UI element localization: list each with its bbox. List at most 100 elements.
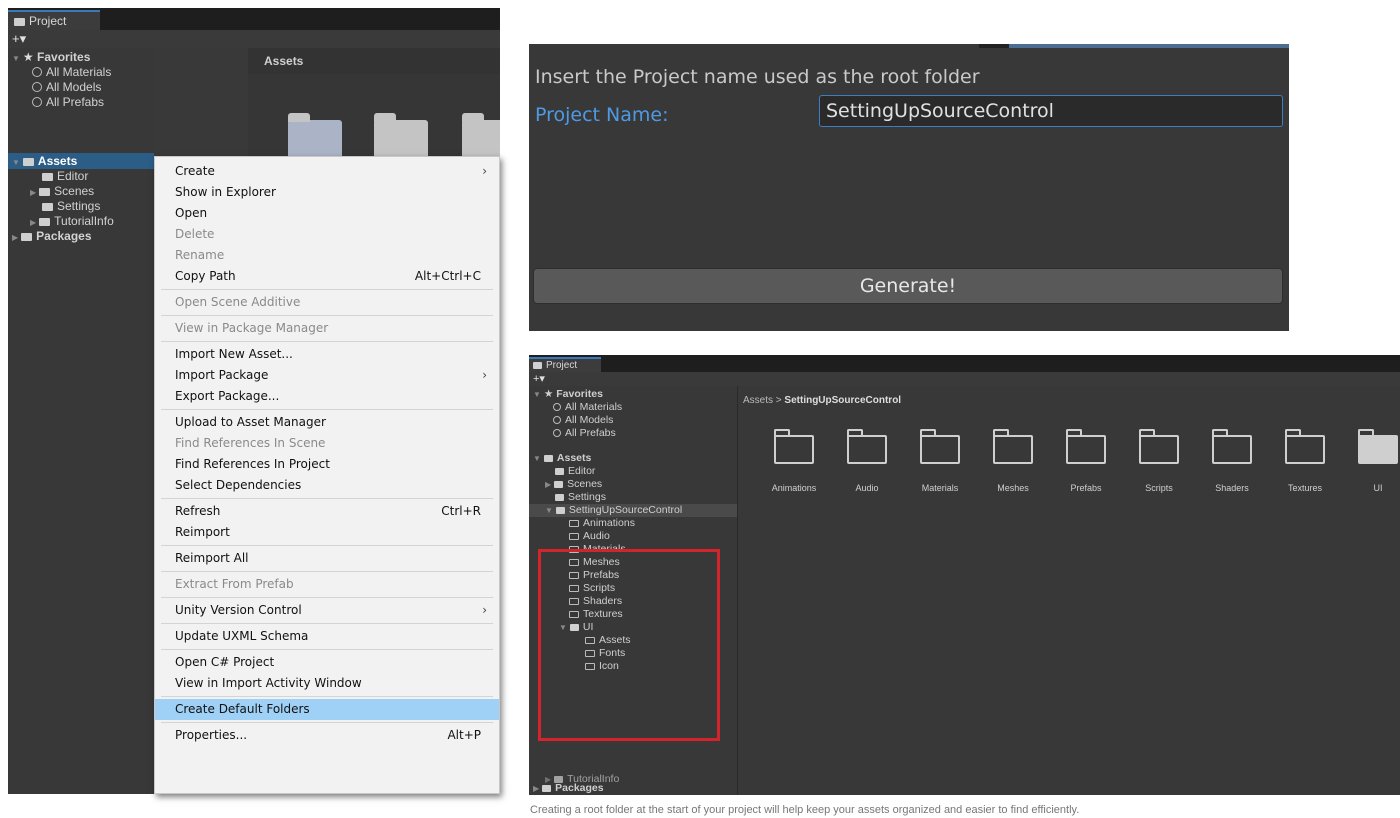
menu-item-label: Import Package [175, 368, 269, 382]
folder-icon[interactable] [1285, 429, 1325, 464]
tree-label: Audio [583, 530, 610, 542]
tree-label: Scenes [54, 184, 95, 198]
menu-separator [161, 315, 493, 316]
tree-label: Favorites [37, 50, 91, 64]
generate-button[interactable]: Generate! [533, 268, 1283, 304]
menu-item-reimport[interactable]: Reimport [155, 522, 499, 543]
expand-arrow-icon[interactable]: ▶ [12, 233, 18, 242]
folder-icon[interactable] [993, 429, 1033, 464]
tree-item-all-models[interactable]: All Models [32, 80, 101, 95]
tree-item-tutorialinfo[interactable]: ▶ TutorialInfo [30, 214, 114, 230]
menu-item-extract-from-prefab[interactable]: Extract From Prefab [155, 574, 499, 595]
tree-item-audio[interactable]: Audio [569, 530, 610, 543]
menu-item-label: Import New Asset... [175, 347, 293, 361]
tree-label: Editor [568, 465, 596, 477]
tree-item-editor[interactable]: Editor [555, 465, 595, 478]
menu-item-delete[interactable]: Delete [155, 224, 499, 245]
expand-arrow-icon[interactable]: ▶ [30, 218, 36, 227]
tree-item-animations[interactable]: Animations [569, 517, 635, 530]
project-name-input[interactable] [819, 95, 1283, 127]
tree-item-packages[interactable]: ▶ Packages [533, 782, 604, 795]
highlight-box [538, 549, 720, 741]
menu-item-update-uxml-schema[interactable]: Update UXML Schema [155, 626, 499, 647]
tree-item-favorites[interactable]: ▼ ★ Favorites [533, 388, 603, 401]
menu-item-import-new-asset[interactable]: Import New Asset... [155, 344, 499, 365]
folder-icon[interactable] [774, 429, 814, 464]
folder-icon[interactable] [920, 429, 960, 464]
menu-item-create-default-folders[interactable]: Create Default Folders [155, 699, 499, 720]
menu-item-rename[interactable]: Rename [155, 245, 499, 266]
menu-item-find-references-in-scene[interactable]: Find References In Scene [155, 433, 499, 454]
folder-icon[interactable] [1139, 429, 1179, 464]
folder-icon [21, 233, 33, 241]
menu-item-upload-to-asset-manager[interactable]: Upload to Asset Manager [155, 412, 499, 433]
tree-label: Assets [37, 154, 78, 168]
menu-item-open[interactable]: Open [155, 203, 499, 224]
menu-item-reimport-all[interactable]: Reimport All [155, 548, 499, 569]
tree-label: Assets [556, 452, 592, 464]
folder-icon[interactable] [1358, 429, 1398, 464]
menu-item-find-references-in-project[interactable]: Find References In Project [155, 454, 499, 475]
expand-arrow-icon[interactable]: ▼ [533, 454, 541, 463]
menu-item-create[interactable]: Create › [155, 161, 499, 182]
menu-item-select-dependencies[interactable]: Select Dependencies [155, 475, 499, 496]
expand-arrow-icon[interactable]: ▶ [533, 784, 539, 793]
tree-item-favorites[interactable]: ▼ ★ Favorites [12, 50, 90, 65]
menu-item-unity-version-control[interactable]: Unity Version Control › [155, 600, 499, 621]
folder-outline-icon [569, 520, 579, 527]
menu-item-export-package[interactable]: Export Package... [155, 386, 499, 407]
menu-item-open-c#-project[interactable]: Open C# Project [155, 652, 499, 673]
tree-label: All Prefabs [565, 427, 616, 439]
tab-project[interactable]: Project [529, 357, 601, 372]
tree-label: Packages [36, 229, 92, 243]
tree-label: Scenes [567, 478, 603, 490]
tree-item-settings[interactable]: Settings [555, 491, 606, 504]
tree-item-all-models[interactable]: All Models [553, 414, 613, 427]
expand-arrow-icon[interactable]: ▶ [30, 188, 36, 197]
expand-arrow-icon[interactable]: ▼ [545, 506, 553, 515]
create-dropdown-button[interactable]: +▾ [8, 30, 500, 48]
menu-item-label: View in Package Manager [175, 321, 329, 335]
tree-item-all-materials[interactable]: All Materials [553, 401, 622, 414]
folder-open-icon [22, 158, 34, 166]
menu-item-shortcut: Ctrl+R [441, 504, 481, 518]
tree-item-settingupsourcecontrol[interactable]: ▼ SettingUpSourceControl [529, 504, 737, 517]
tree-item-settings[interactable]: Settings [42, 199, 100, 214]
tree-label: All Prefabs [46, 95, 105, 109]
tree-item-all-prefabs[interactable]: All Prefabs [32, 95, 104, 110]
search-icon [32, 97, 42, 107]
menu-item-label: Create [175, 164, 215, 178]
breadcrumb-current[interactable]: SettingUpSourceControl [784, 395, 901, 406]
folder-icon[interactable] [1212, 429, 1252, 464]
tree-item-all-materials[interactable]: All Materials [32, 65, 111, 80]
menu-item-show-in-explorer[interactable]: Show in Explorer [155, 182, 499, 203]
menu-item-refresh[interactable]: Refresh Ctrl+R [155, 501, 499, 522]
menu-item-view-in-import-activity-window[interactable]: View in Import Activity Window [155, 673, 499, 694]
create-dropdown-button[interactable]: +▾ [529, 372, 1400, 386]
expand-arrow-icon[interactable]: ▶ [545, 480, 551, 489]
breadcrumb-root[interactable]: Assets [743, 395, 773, 406]
expand-arrow-icon[interactable]: ▼ [12, 158, 20, 167]
folder-icon[interactable] [847, 429, 887, 464]
folder-icon[interactable] [1066, 429, 1106, 464]
expand-arrow-icon[interactable]: ▼ [533, 390, 541, 399]
tree-item-packages[interactable]: ▶ Packages [12, 229, 92, 245]
search-icon [553, 403, 561, 411]
expand-arrow-icon[interactable]: ▼ [12, 54, 20, 63]
menu-item-copy-path[interactable]: Copy Path Alt+Ctrl+C [155, 266, 499, 287]
folder-open-icon [543, 455, 553, 462]
tab-project[interactable]: Project [8, 10, 100, 30]
menu-item-label: Show in Explorer [175, 185, 276, 199]
folder-icon [39, 188, 51, 196]
tree-item-scenes[interactable]: ▶ Scenes [545, 478, 602, 491]
tree-item-editor[interactable]: Editor [42, 169, 88, 184]
title-strip [1009, 44, 1289, 48]
tree-item-assets[interactable]: ▼ Assets [533, 452, 591, 465]
menu-item-open-scene-additive[interactable]: Open Scene Additive [155, 292, 499, 313]
menu-item-import-package[interactable]: Import Package › [155, 365, 499, 386]
menu-item-view-in-package-manager[interactable]: View in Package Manager [155, 318, 499, 339]
tree-item-scenes[interactable]: ▶ Scenes [30, 184, 94, 200]
assets-header: Assets [248, 48, 500, 74]
tree-item-all-prefabs[interactable]: All Prefabs [553, 427, 616, 440]
menu-item-properties[interactable]: Properties... Alt+P [155, 725, 499, 746]
